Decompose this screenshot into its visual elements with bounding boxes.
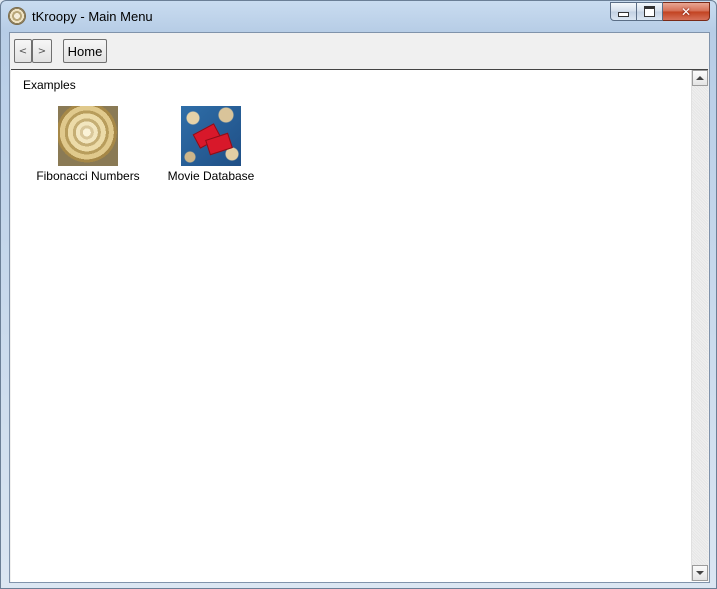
back-button[interactable]: < <box>14 39 32 63</box>
chevron-down-icon <box>696 571 704 575</box>
example-item-movie-database[interactable]: Movie Database <box>156 106 266 183</box>
examples-panel: Examples Fibonacci Numbers Movie Databas… <box>11 69 708 582</box>
minimize-icon <box>618 12 629 17</box>
maximize-icon <box>644 6 655 17</box>
window-title: tKroopy - Main Menu <box>32 9 153 24</box>
section-heading: Examples <box>23 78 76 92</box>
window-controls: ✕ <box>610 2 710 22</box>
movie-tickets-image[interactable] <box>181 106 241 166</box>
scroll-down-button[interactable] <box>692 565 708 581</box>
home-button[interactable]: Home <box>63 39 107 63</box>
title-bar[interactable]: tKroopy - Main Menu ✕ <box>1 1 716 33</box>
chevron-up-icon <box>696 76 704 80</box>
close-icon: ✕ <box>680 4 692 19</box>
forward-button[interactable]: > <box>32 39 52 63</box>
app-logo-icon[interactable] <box>9 8 25 24</box>
maximize-button[interactable] <box>637 2 663 21</box>
example-item-fibonacci[interactable]: Fibonacci Numbers <box>33 106 143 183</box>
example-item-label[interactable]: Fibonacci Numbers <box>33 169 143 183</box>
example-item-label[interactable]: Movie Database <box>156 169 266 183</box>
close-button[interactable]: ✕ <box>663 2 710 21</box>
snail-shell-image[interactable] <box>58 106 118 166</box>
app-window: tKroopy - Main Menu ✕ < > Home Examples … <box>0 0 717 589</box>
minimize-button[interactable] <box>610 2 637 21</box>
vertical-scrollbar[interactable] <box>691 70 708 581</box>
client-area: < > Home Examples Fibonacci Numbers Movi… <box>9 32 710 583</box>
scroll-up-button[interactable] <box>692 70 708 86</box>
toolbar: < > Home <box>10 33 709 69</box>
